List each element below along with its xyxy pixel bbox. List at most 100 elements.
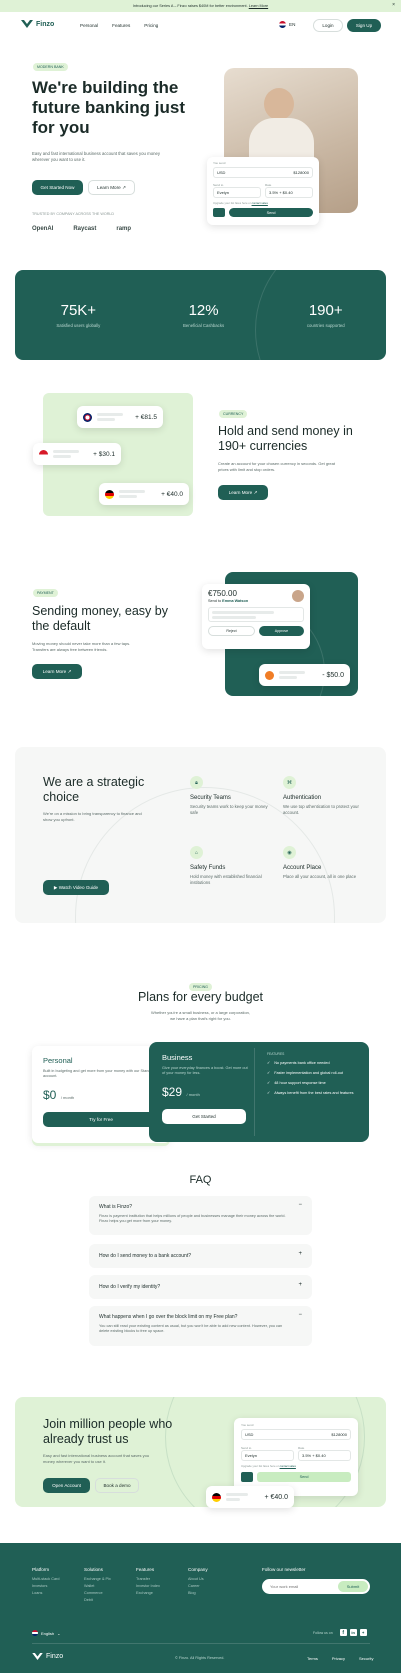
footer-link[interactable]: Blog	[188, 1590, 240, 1597]
faq-item[interactable]: What is Finzo? Finzo is payment institut…	[89, 1196, 312, 1235]
send-to-label: Send to	[208, 599, 222, 603]
nav-link-personal[interactable]: Personal	[80, 23, 98, 28]
stat-value: 12%	[188, 302, 219, 319]
footer-link[interactable]: About Us	[188, 1576, 240, 1583]
footer-link[interactable]: Loans	[32, 1590, 84, 1597]
amount-label: - $50.0	[322, 671, 344, 679]
logo[interactable]: Finzo	[21, 20, 54, 28]
linkedin-icon[interactable]: in	[349, 1629, 357, 1636]
minus-icon[interactable]: −	[298, 1312, 302, 1318]
open-account-button[interactable]: Open Account	[43, 1478, 90, 1493]
faq-item[interactable]: What happens when I go over the block li…	[89, 1306, 312, 1346]
footer-link[interactable]: Exchange	[136, 1590, 188, 1597]
card-icon[interactable]	[213, 208, 225, 217]
footer-link[interactable]: Transfer	[136, 1576, 188, 1583]
send-button[interactable]: Send	[229, 208, 313, 217]
outgoing-card: - $50.0	[259, 664, 350, 686]
feature-text: Always benefit from the best rates and f…	[274, 1091, 354, 1095]
send-button[interactable]: Send	[257, 1472, 351, 1482]
widget-note: Upgrade your list fares here or contact …	[213, 201, 313, 205]
singapore-flag-icon	[39, 449, 48, 459]
payment-learn-more-button[interactable]: Learn More ↗	[32, 664, 82, 679]
footer-divider	[32, 1643, 370, 1644]
strategic-title: We are a strategic choice	[43, 775, 145, 804]
placeholder-bar	[226, 1498, 240, 1501]
nav-link-features[interactable]: Features	[112, 23, 130, 28]
approve-button[interactable]: Approve	[259, 626, 304, 636]
get-started-button[interactable]: Get Started Now	[32, 180, 83, 195]
footer-link[interactable]: Exchange & Pix	[84, 1576, 136, 1583]
close-icon[interactable]: ×	[392, 2, 395, 8]
try-free-button[interactable]: Try for Free	[43, 1112, 159, 1127]
plus-icon[interactable]: +	[298, 1251, 302, 1257]
send-label: You send	[241, 1423, 254, 1427]
partner-logos: OpenAI Raycast ramp	[32, 226, 131, 232]
placeholder-bar	[212, 616, 256, 619]
placeholder-bar	[226, 1493, 248, 1496]
faq-answer: Finzo is payment institution that helps …	[99, 1214, 286, 1223]
footer-link[interactable]: Career	[188, 1583, 240, 1590]
check-icon: ✓	[267, 1081, 271, 1085]
email-input[interactable]	[270, 1584, 338, 1589]
footer-link[interactable]: Investors	[32, 1583, 84, 1590]
footer-col-features: Features Transfer Investor Index Exchang…	[136, 1567, 188, 1604]
submit-button[interactable]: Submit	[338, 1581, 368, 1592]
signup-button[interactable]: Sign Up	[347, 19, 381, 32]
pricing-title: Plans for every budget	[137, 990, 264, 1004]
contact-sales-link[interactable]: contact sales	[252, 201, 268, 205]
banner-link[interactable]: Learn More	[249, 4, 268, 8]
footer-link[interactable]: Wallet	[84, 1583, 136, 1590]
currency-desc: Create an account for your chosen curren…	[218, 461, 335, 472]
placeholder-bar	[279, 676, 297, 679]
arrow-up-right-icon: ↗	[67, 668, 72, 674]
note-text: Upgrade your list fares here or	[213, 201, 251, 205]
recipient-field[interactable]: Evelyn	[213, 187, 261, 198]
card-icon[interactable]	[241, 1472, 253, 1482]
bank-icon: ⌂	[190, 846, 203, 859]
divider	[254, 1048, 255, 1136]
faq-item[interactable]: How do I verify my identity? +	[89, 1275, 312, 1299]
footer-link[interactable]: Commerce	[84, 1590, 136, 1597]
language-select[interactable]: EN	[279, 21, 295, 28]
watch-video-button[interactable]: ▶ Watch Video Guide	[43, 880, 109, 895]
germany-flag-icon	[212, 1492, 221, 1502]
footer-link[interactable]: Multi-stack Card	[32, 1576, 84, 1583]
cta-title: Join million people who already trust us	[43, 1417, 173, 1446]
nav-link-pricing[interactable]: Pricing	[144, 23, 158, 28]
currency-title: Hold and send money in 190+ currencies	[218, 424, 353, 453]
currency-field[interactable]: USD $128000	[213, 167, 313, 178]
learn-more-label: Learn More	[97, 185, 121, 190]
security-link[interactable]: Security	[359, 1656, 373, 1661]
currency-learn-more-button[interactable]: Learn More ↗	[218, 485, 268, 500]
stat-label: countries supported	[306, 323, 345, 328]
newsletter-form: Submit	[262, 1579, 370, 1594]
get-started-plan-button[interactable]: Get Started	[162, 1109, 246, 1124]
currency-field[interactable]: USD $128000	[241, 1429, 351, 1440]
feature-item: ✓ Faster implementation and global roll-o…	[267, 1071, 362, 1076]
logo-icon	[21, 20, 33, 28]
recipient-row: Send to Evelyn Rate 3.5% + $0.40	[241, 1446, 351, 1461]
coin-icon	[265, 670, 274, 680]
twitter-icon[interactable]: ✦	[359, 1629, 367, 1636]
currency-card-1: + €81.5	[77, 406, 163, 428]
plan-features: FEATURES ✓ No payments bank office needed…	[267, 1052, 362, 1096]
footer-link[interactable]: Debit	[84, 1597, 136, 1604]
recipient-field[interactable]: Evelyn	[241, 1450, 294, 1461]
minus-icon[interactable]: −	[298, 1202, 302, 1208]
message-field[interactable]	[208, 607, 304, 622]
footer-link[interactable]: Investor Index	[136, 1583, 188, 1590]
faq-item[interactable]: How do I send money to a bank account? +	[89, 1244, 312, 1268]
payment-desc: Moving money should never take more than…	[32, 641, 131, 652]
plus-icon[interactable]: +	[298, 1282, 302, 1288]
learn-more-button[interactable]: Learn More ↗	[88, 180, 135, 195]
footer-language-select[interactable]: English ⌄	[32, 1630, 60, 1636]
footer-logo[interactable]: Finzo	[32, 1653, 63, 1660]
contact-sales-link[interactable]: contact sales	[280, 1464, 296, 1468]
book-demo-button[interactable]: Book a demo	[95, 1478, 139, 1493]
terms-link[interactable]: Terms	[307, 1656, 318, 1661]
reject-button[interactable]: Reject	[208, 626, 255, 636]
privacy-link[interactable]: Privacy	[332, 1656, 345, 1661]
check-icon: ✓	[267, 1091, 271, 1095]
login-button[interactable]: Login	[313, 19, 343, 32]
facebook-icon[interactable]: f	[339, 1629, 347, 1636]
